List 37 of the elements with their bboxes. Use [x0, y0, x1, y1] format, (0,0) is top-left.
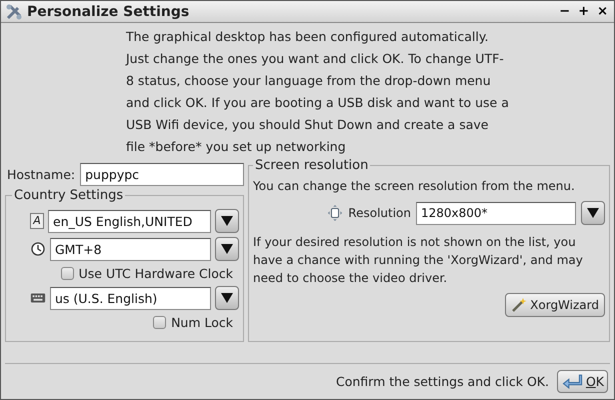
hostname-field[interactable]: puppypc	[80, 163, 244, 186]
caret-icon	[587, 208, 599, 218]
tools-icon	[5, 2, 23, 20]
checkbox-box[interactable]	[153, 316, 166, 329]
combo-field[interactable]: us (U.S. English)	[50, 286, 211, 310]
resolution-label: Resolution	[348, 206, 411, 220]
language-icon: A	[30, 213, 44, 229]
combo-field[interactable]: GMT+8	[50, 238, 211, 260]
group-title: Screen resolution	[254, 158, 370, 173]
magic-wand-icon	[511, 297, 528, 313]
xorgwizard-button[interactable]: XorgWizard	[505, 293, 605, 317]
window-control[interactable]: −	[557, 4, 572, 19]
checkbox-box[interactable]	[60, 267, 74, 280]
combo-field[interactable]: en_US English,UNITED	[48, 210, 211, 232]
checkbox[interactable]: Num Lock	[12, 315, 233, 330]
checkbox[interactable]: Use UTC Hardware Clock	[12, 266, 233, 281]
resolution-field[interactable]: 1280x800*	[416, 202, 576, 224]
caret-icon	[221, 216, 233, 226]
dropdown-button[interactable]	[215, 209, 239, 233]
dropdown-button[interactable]	[215, 237, 239, 261]
note-text: If your desired resolution is not shown on the list, you have a chance with running the 'XorgWizard', and may need to choose the video driver.	[253, 234, 584, 287]
hint-text: You can change the screen resolution from the menu.	[253, 178, 576, 195]
window-control[interactable]: +	[576, 4, 592, 19]
dropdown-button[interactable]	[215, 286, 239, 310]
confirm-text: Confirm the settings and click OK.	[336, 374, 549, 389]
caret-icon	[221, 244, 233, 254]
hostname-label: Hostname:	[7, 167, 76, 182]
clock-icon	[30, 241, 46, 257]
window-title: Personalize Settings	[27, 4, 190, 20]
return-arrow-icon	[560, 373, 583, 390]
window-control[interactable]: ×	[595, 4, 610, 19]
ok-button[interactable]: OK	[556, 370, 608, 393]
dropdown-button[interactable]	[581, 201, 605, 225]
group-title: Country Settings	[13, 188, 124, 203]
caret-icon	[221, 293, 233, 303]
intro-text: The graphical desktop has been configured automatically. Just change the ones you want and click OK. To change UTF-8 status, choose your language from the drop-down menu and click OK. If you are booting a USB disk and want to use a USB Wifi device, you should Shut Down and create a save file *before* you set up networking	[126, 28, 510, 156]
display-icon	[327, 205, 344, 221]
